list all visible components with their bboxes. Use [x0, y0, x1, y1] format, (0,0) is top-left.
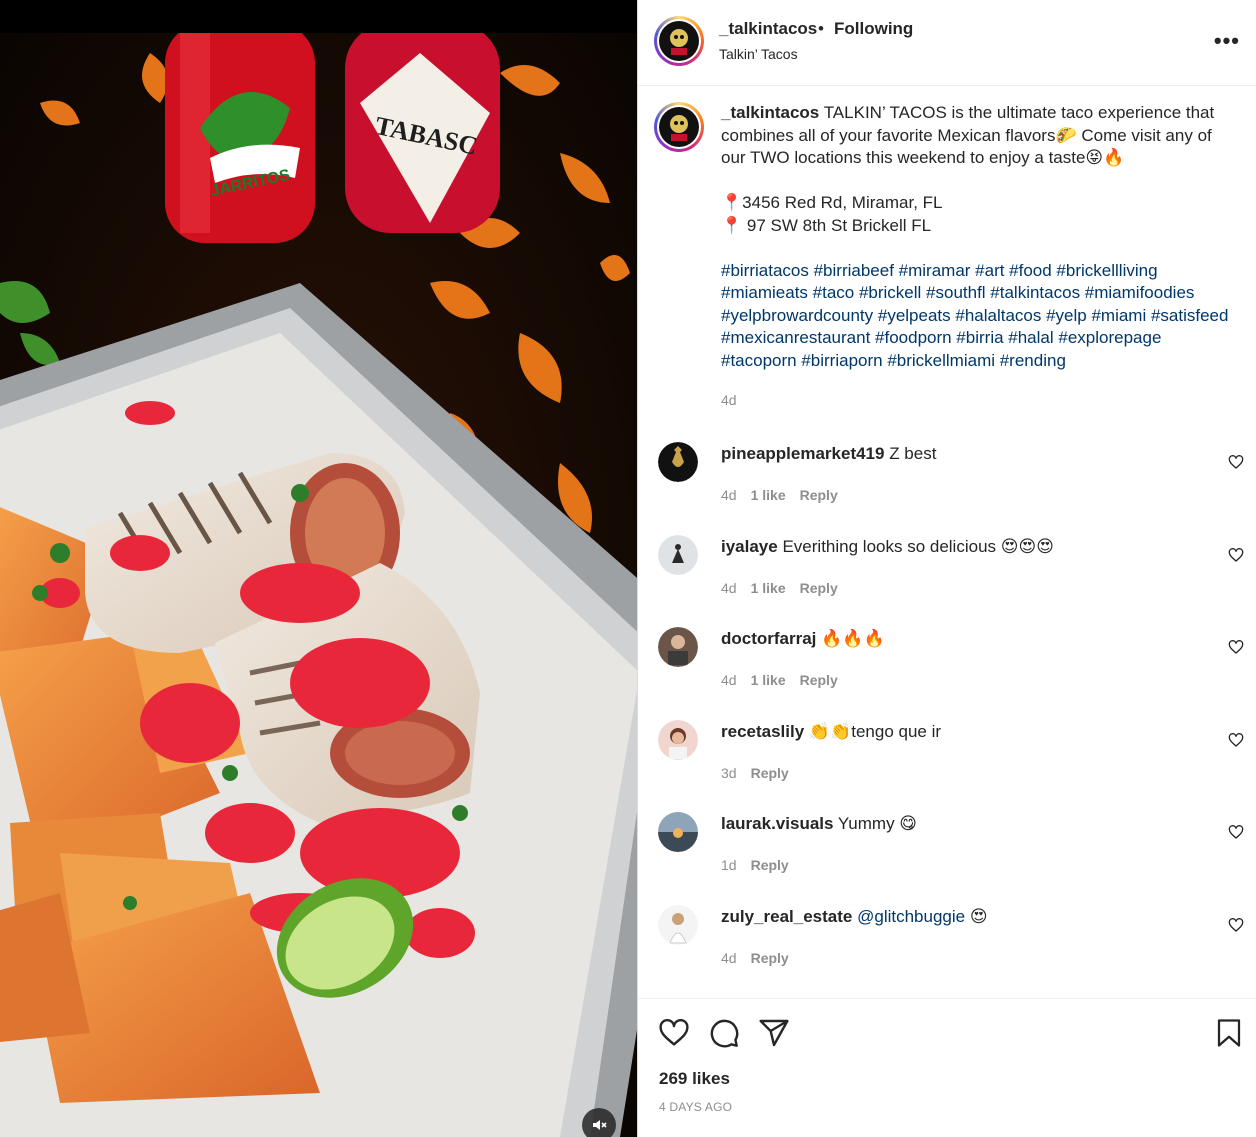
comment-item: zuly_real_estate @glitchbuggie 😍 4d Reply	[658, 905, 1248, 985]
reply-button[interactable]: Reply	[751, 950, 789, 966]
commenter-username[interactable]: iyalaye	[721, 537, 778, 556]
talkin-tacos-logo	[670, 115, 688, 141]
comment-body: 🔥🔥🔥	[821, 629, 885, 648]
comment-body: 😍	[969, 907, 988, 926]
comment-body: Yummy 😋	[837, 814, 918, 833]
heart-icon[interactable]	[1228, 639, 1244, 655]
caption-text: _talkintacos TALKIN’ TACOS is the ultima…	[721, 102, 1231, 372]
heart-icon[interactable]	[1228, 547, 1244, 563]
comment-likes[interactable]: 1 like	[751, 672, 786, 688]
reply-button[interactable]: Reply	[751, 765, 789, 781]
comment-text: pineapplemarket419 Z best	[721, 444, 936, 464]
post-media[interactable]: JARRITOS TABASC	[0, 0, 637, 1137]
commenter-username[interactable]: zuly_real_estate	[721, 907, 852, 926]
commenter-avatar[interactable]	[658, 442, 698, 482]
comment-text: doctorfarraj 🔥🔥🔥	[721, 629, 885, 649]
heart-icon[interactable]	[658, 1017, 690, 1049]
reply-button[interactable]: Reply	[800, 487, 838, 503]
comment-meta: 1d Reply	[721, 857, 803, 873]
comment-mention[interactable]: @glitchbuggie	[857, 907, 965, 926]
caption-avatar[interactable]	[654, 102, 704, 152]
comment-time[interactable]: 4d	[721, 487, 737, 503]
comment-meta: 4d 1 like Reply	[721, 487, 852, 503]
comment-time[interactable]: 4d	[721, 950, 737, 966]
heart-icon[interactable]	[1228, 824, 1244, 840]
commenter-username[interactable]: pineapplemarket419	[721, 444, 884, 463]
caption-username[interactable]: _talkintacos	[721, 103, 819, 122]
reply-button[interactable]: Reply	[751, 857, 789, 873]
caption-hashtags[interactable]: #birriatacos #birriabeef #miramar #art #…	[721, 261, 1228, 370]
commenter-username[interactable]: recetaslily	[721, 722, 804, 741]
post-actions: 269 likes 4 DAYS AGO	[638, 998, 1256, 1137]
comment-body: 👏👏tengo que ir	[808, 722, 942, 741]
post-date[interactable]: 4 DAYS AGO	[659, 1100, 732, 1114]
comment-item: doctorfarraj 🔥🔥🔥 4d 1 like Reply	[658, 627, 1248, 707]
comment-likes[interactable]: 1 like	[751, 580, 786, 596]
reply-button[interactable]: Reply	[800, 580, 838, 596]
comment-item: iyalaye Everithing looks so delicious 😍😍…	[658, 535, 1248, 615]
post-header: _talkintacos • Following Talkin’ Tacos •…	[638, 0, 1256, 86]
comment-text: zuly_real_estate @glitchbuggie 😍	[721, 907, 988, 927]
comment-item: recetaslily 👏👏tengo que ir 3d Reply	[658, 720, 1248, 800]
comment-likes[interactable]: 1 like	[751, 487, 786, 503]
heart-icon[interactable]	[1228, 917, 1244, 933]
comment-text: iyalaye Everithing looks so delicious 😍😍…	[721, 537, 1054, 557]
mute-icon	[593, 1120, 607, 1130]
commenter-avatar[interactable]	[658, 720, 698, 760]
comment-meta: 4d 1 like Reply	[721, 580, 852, 596]
comment-time[interactable]: 4d	[721, 672, 737, 688]
author-avatar[interactable]	[654, 16, 704, 66]
separator-dot: •	[818, 19, 824, 38]
address-line-1: 📍3456 Red Rd, Miramar, FL	[721, 193, 943, 212]
comment-text: recetaslily 👏👏tengo que ir	[721, 722, 941, 742]
comment-item: laurak.visuals Yummy 😋 1d Reply	[658, 812, 1248, 892]
comment-icon[interactable]	[708, 1017, 740, 1049]
commenter-username[interactable]: doctorfarraj	[721, 629, 816, 648]
more-icon[interactable]: •••	[1214, 30, 1240, 52]
comment-meta: 3d Reply	[721, 765, 803, 781]
commenter-avatar[interactable]	[658, 627, 698, 667]
comments-scroll[interactable]: _talkintacos TALKIN’ TACOS is the ultima…	[638, 86, 1256, 998]
comment-time[interactable]: 4d	[721, 580, 737, 596]
commenter-avatar[interactable]	[658, 535, 698, 575]
caption-time[interactable]: 4d	[721, 392, 737, 408]
comment-time[interactable]: 1d	[721, 857, 737, 873]
following-button[interactable]: Following	[834, 19, 913, 39]
reply-button[interactable]: Reply	[800, 672, 838, 688]
post-sidebar: _talkintacos • Following Talkin’ Tacos •…	[637, 0, 1256, 1137]
bookmark-icon[interactable]	[1214, 1017, 1244, 1049]
address-line-2: 📍 97 SW 8th St Brickell FL	[721, 215, 932, 235]
mute-button[interactable]	[582, 1108, 616, 1137]
heart-icon[interactable]	[1228, 454, 1244, 470]
post-photo: JARRITOS TABASC	[0, 33, 637, 1137]
share-icon[interactable]	[758, 1017, 790, 1049]
comment-time[interactable]: 3d	[721, 765, 737, 781]
commenter-username[interactable]: laurak.visuals	[721, 814, 833, 833]
likes-count[interactable]: 269 likes	[659, 1069, 730, 1089]
author-subtitle[interactable]: Talkin’ Tacos	[719, 46, 798, 62]
commenter-avatar[interactable]	[658, 812, 698, 852]
heart-icon[interactable]	[1228, 732, 1244, 748]
comment-text: laurak.visuals Yummy 😋	[721, 814, 917, 834]
comment-meta: 4d 1 like Reply	[721, 672, 852, 688]
commenter-avatar[interactable]	[658, 905, 698, 945]
comment-meta: 4d Reply	[721, 950, 803, 966]
comment-body: Z best	[889, 444, 937, 463]
comment-item: pineapplemarket419 Z best 4d 1 like Reply	[658, 442, 1248, 522]
author-username[interactable]: _talkintacos	[719, 19, 817, 39]
talkin-tacos-logo	[670, 29, 688, 55]
comment-body: Everithing looks so delicious 😍😍😍	[782, 537, 1054, 556]
